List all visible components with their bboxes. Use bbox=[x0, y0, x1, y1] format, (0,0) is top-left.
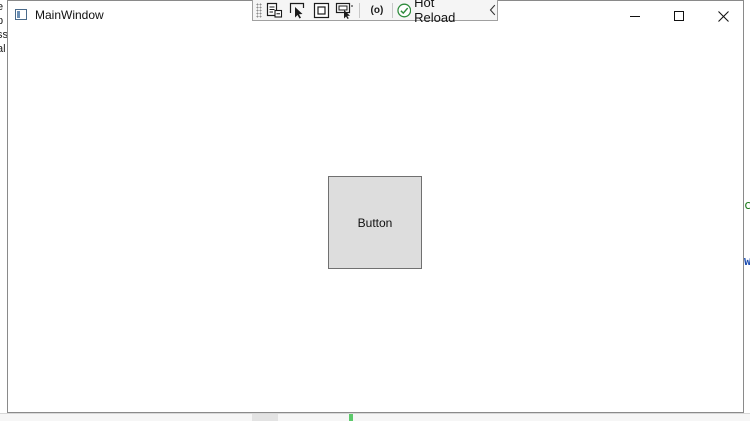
hot-reload-button[interactable]: Hot Reload bbox=[414, 0, 477, 25]
window-app-icon[interactable] bbox=[15, 9, 27, 20]
window-content: Button bbox=[8, 31, 743, 412]
binding-failures-icon: (o) bbox=[370, 4, 384, 16]
select-element-button[interactable] bbox=[287, 1, 308, 20]
minimize-icon bbox=[629, 15, 640, 17]
bg-change-marker bbox=[349, 414, 353, 421]
display-layout-adorners-icon bbox=[313, 2, 329, 18]
background-status-strip bbox=[0, 413, 750, 421]
check-circle-icon bbox=[396, 3, 411, 17]
maximize-button[interactable] bbox=[657, 1, 701, 31]
close-icon bbox=[717, 10, 729, 22]
track-focused-element-button[interactable] bbox=[334, 1, 355, 20]
bg-text-fragment: w bbox=[744, 254, 750, 268]
go-to-live-visual-tree-button[interactable] bbox=[264, 1, 285, 20]
track-focused-element-icon bbox=[335, 2, 354, 19]
minimize-button[interactable] bbox=[613, 1, 657, 31]
bg-panel-edge bbox=[252, 414, 278, 421]
toolbar-separator bbox=[359, 2, 361, 18]
main-window: MainWindow Button bbox=[7, 0, 744, 413]
background-editor-right: c w bbox=[744, 0, 750, 421]
toolbar-grip-handle[interactable] bbox=[256, 2, 262, 18]
bg-text-fragment: c bbox=[744, 198, 750, 212]
window-title: MainWindow bbox=[35, 8, 104, 22]
chevron-left-icon[interactable] bbox=[489, 4, 497, 16]
toolbar-separator bbox=[391, 2, 393, 18]
xaml-debug-toolbar: (o) Hot Reload bbox=[252, 0, 498, 25]
close-button[interactable] bbox=[701, 1, 745, 31]
display-layout-adorners-button[interactable] bbox=[311, 1, 332, 20]
binding-failures-button[interactable]: (o) bbox=[366, 1, 387, 20]
main-button[interactable]: Button bbox=[328, 176, 422, 269]
go-to-live-visual-tree-icon bbox=[266, 2, 283, 18]
maximize-icon bbox=[673, 10, 684, 21]
select-element-icon bbox=[290, 2, 305, 18]
